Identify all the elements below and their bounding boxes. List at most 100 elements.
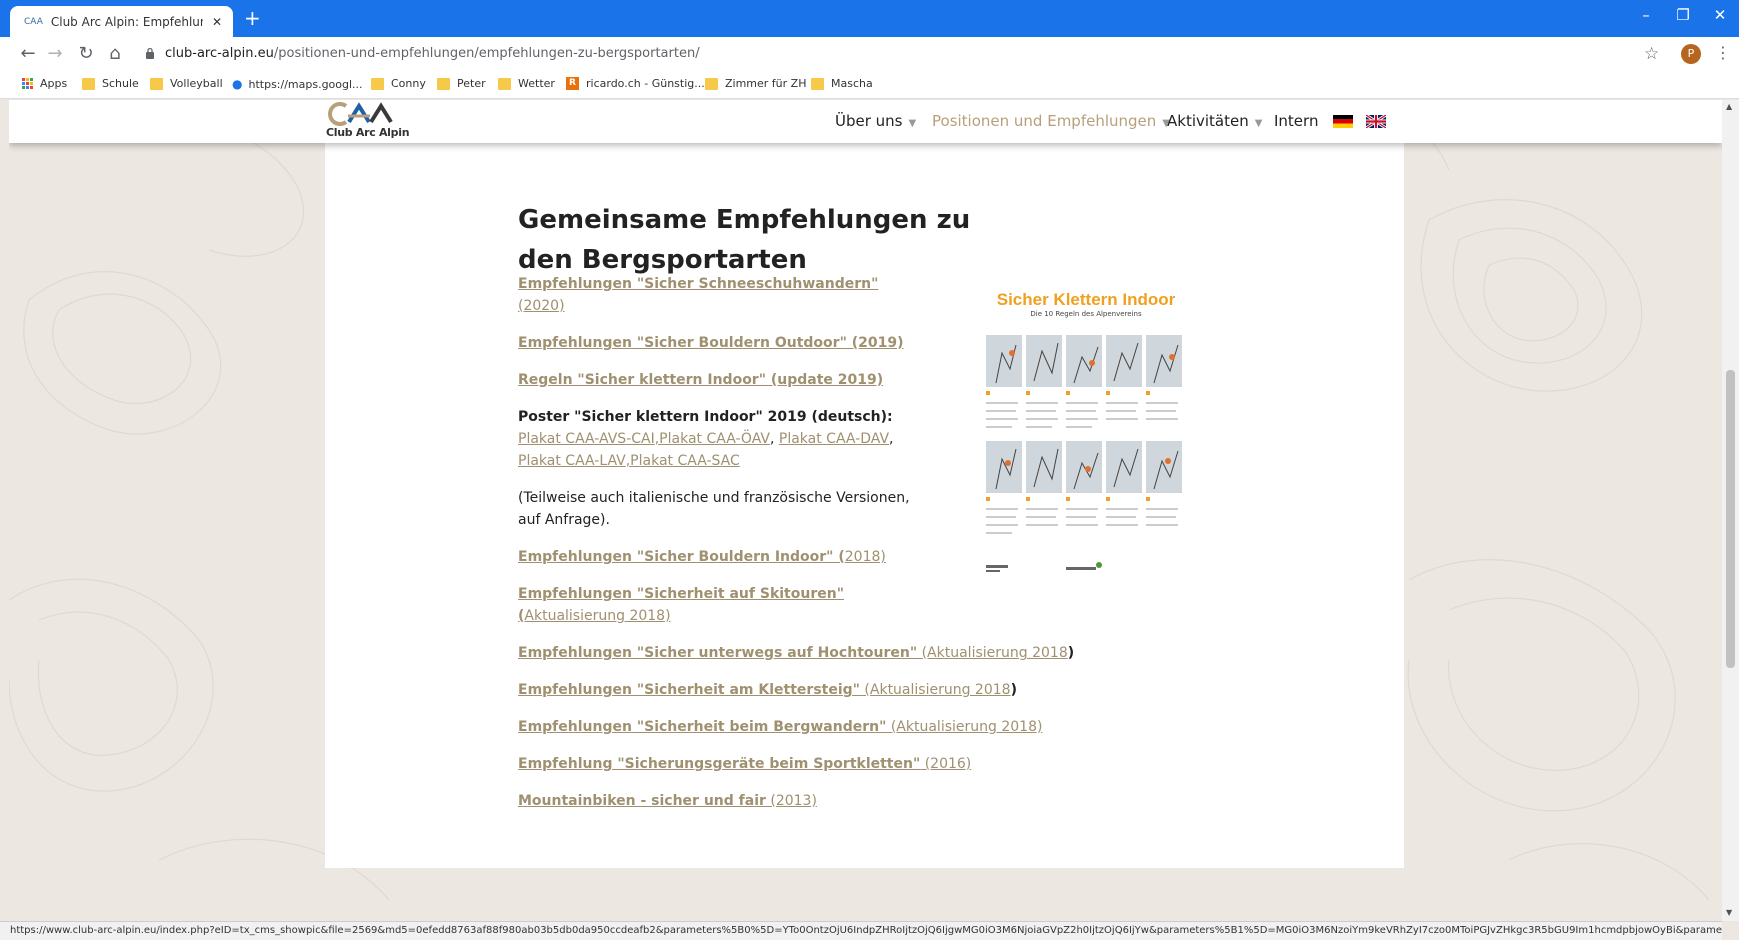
link-schneeschuhwandern[interactable]: Empfehlungen "Sicher Schneeschuhwandern" [518,276,878,292]
link-plakat-lav[interactable]: Plakat CAA-LAV [518,453,626,469]
link-year[interactable]: (Aktualisierung 2018) [886,719,1043,735]
url-input[interactable]: club-arc-alpin.eu/positionen-und-empfehl… [165,46,700,61]
list-item: Empfehlungen "Sicherheit beim Bergwander… [518,716,1042,738]
caret-down-icon: ▼ [1254,118,1263,129]
bookmark-label: Apps [40,77,68,90]
bookmark-label: Mascha [831,77,873,90]
list-item: Empfehlungen "Sicherheit auf Skitouren" … [518,583,923,627]
versions-note: (Teilweise auch italienische und französ… [518,490,910,528]
toolbar: ← → ↻ ⌂ club-arc-alpin.eu/positionen-und… [0,37,1739,73]
tab-title: Club Arc Alpin: Empfehlungen zu [50,14,203,29]
bookmark-label: Wetter [518,77,555,90]
lock-icon [146,47,154,59]
link-year[interactable]: (2020) [518,298,565,314]
reload-icon[interactable]: ↻ [75,44,97,64]
bookmark-maps[interactable]: ● https://maps.googl... [232,77,363,91]
bookmark-ricardo[interactable]: Rricardo.ch - Günstig... [566,77,705,90]
bookmark-conny[interactable]: Conny [371,77,426,90]
nav-label: Aktivitäten [1167,112,1249,130]
nav-intern[interactable]: Intern [1274,112,1318,130]
close-tab-icon[interactable]: ✕ [209,15,225,29]
list-item: Empfehlungen "Sicher Bouldern Indoor" (2… [518,546,923,568]
scroll-down-icon[interactable]: ▼ [1726,908,1732,917]
bookmark-mascha[interactable]: Mascha [811,77,873,90]
link-hochtouren[interactable]: Empfehlungen "Sicher unterwegs auf Hocht… [518,645,917,661]
site-logo[interactable]: Club Arc Alpin [326,102,410,142]
folder-icon [498,77,511,90]
list-item: Empfehlungen "Sicherheit am Klettersteig… [518,679,1017,701]
caret-down-icon: ▼ [908,118,917,129]
restore-icon[interactable]: ❐ [1671,6,1695,24]
link-bouldern-indoor[interactable]: Empfehlungen "Sicher Bouldern Indoor" ( [518,549,845,565]
uk-flag-icon[interactable] [1366,115,1386,128]
scroll-up-icon[interactable]: ▲ [1726,102,1732,111]
link-klettersteig[interactable]: Empfehlungen "Sicherheit am Klettersteig… [518,682,860,698]
link-year[interactable]: Aktualisierung 2018) [524,608,670,624]
link-plakat-sac[interactable]: ,Plakat CAA-SAC [626,453,740,469]
link-plakat-oeav[interactable]: ,Plakat CAA-ÖAV [655,431,770,447]
caa-logo-icon [328,102,393,126]
link-sicherungsgeraete[interactable]: Empfehlung "Sicherungsgeräte beim Sportk… [518,756,920,772]
bookmark-label: Schule [102,77,139,90]
link-mountainbiken[interactable]: Mountainbiken - sicher und fair [518,793,766,809]
link-year[interactable]: (2016) [920,756,972,772]
bookmark-apps[interactable]: Apps [22,77,67,90]
home-icon[interactable]: ⌂ [104,44,126,64]
link-year[interactable]: (Aktualisierung 2018 [917,645,1068,661]
new-tab-button[interactable]: + [244,8,261,28]
caa-favicon-icon: CAA [24,16,43,27]
scrollbar-thumb[interactable] [1726,370,1735,668]
bookmark-label: Volleyball [170,77,223,90]
poster-image[interactable]: Sicher Klettern Indoor Die 10 Regeln des… [972,273,1200,593]
map-pin-icon: ● [232,77,243,91]
list-item: Mountainbiken - sicher und fair (2013) [518,790,923,812]
bookmark-label: Peter [457,77,486,90]
folder-icon [811,77,824,90]
content-card: Gemeinsame Empfehlungen zu den Bergsport… [325,143,1404,868]
link-year[interactable]: 2018) [845,549,886,565]
browser-tab[interactable]: CAA Club Arc Alpin: Empfehlungen zu ✕ [10,6,233,37]
link-klettern-indoor-regeln[interactable]: Regeln "Sicher klettern Indoor" (update … [518,372,883,388]
profile-avatar[interactable]: P [1681,44,1701,64]
ricardo-logo-icon: R [566,77,579,90]
list-item: Empfehlung "Sicherungsgeräte beim Sportk… [518,753,971,775]
logo-text: Club Arc Alpin [326,126,410,139]
bookmark-star-icon[interactable]: ☆ [1644,44,1659,64]
status-bar-url: https://www.club-arc-alpin.eu/index.php?… [0,921,1722,940]
minimize-icon[interactable]: – [1634,6,1658,24]
back-icon[interactable]: ← [17,44,39,64]
apps-grid-icon [22,78,33,89]
nav-label: Positionen und Empfehlungen [932,112,1157,130]
page-viewport: Club Arc Alpin Über uns ▼ Positionen und … [9,100,1722,921]
german-flag-icon[interactable] [1333,115,1353,128]
bookmark-peter[interactable]: Peter [437,77,486,90]
link-bergwandern[interactable]: Empfehlungen "Sicherheit beim Bergwander… [518,719,886,735]
list-item: Empfehlungen "Sicher unterwegs auf Hocht… [518,642,1074,664]
folder-icon [371,77,384,90]
poster-label: Poster "Sicher klettern Indoor" 2019 (de… [518,409,888,425]
folder-icon [82,77,95,90]
forward-icon[interactable]: → [44,44,66,64]
menu-icon[interactable]: ⋮ [1715,43,1731,62]
separator: , [889,431,894,447]
nav-ueber-uns[interactable]: Über uns ▼ [835,112,916,130]
window-close-icon[interactable]: ✕ [1708,6,1732,24]
link-bouldern-outdoor[interactable]: Empfehlungen "Sicher Bouldern Outdoor" (… [518,335,904,351]
page-scrollbar[interactable]: ▲ ▼ [1722,100,1739,921]
folder-icon [705,77,718,90]
link-plakat-dav[interactable]: Plakat CAA-DAV [779,431,889,447]
bookmark-volleyball[interactable]: Volleyball [150,77,223,90]
poster-colon: : [887,409,893,425]
poster-illustrations [986,335,1182,572]
link-year[interactable]: (Aktualisierung 2018 [860,682,1010,698]
nav-aktivitaeten[interactable]: Aktivitäten ▼ [1167,112,1262,130]
link-plakat-avs-cai[interactable]: Plakat CAA-AVS-CAI [518,431,655,447]
link-year[interactable]: (2013) [766,793,817,809]
bookmark-schule[interactable]: Schule [82,77,139,90]
nav-positionen[interactable]: Positionen und Empfehlungen ▼ [932,112,1170,130]
page-title: Gemeinsame Empfehlungen zu den Bergsport… [518,205,971,275]
list-item-poster: Poster "Sicher klettern Indoor" 2019 (de… [518,406,923,472]
bookmark-label: Zimmer für ZH [725,77,807,90]
bookmark-zimmer[interactable]: Zimmer für ZH [705,77,806,90]
bookmark-wetter[interactable]: Wetter [498,77,555,90]
